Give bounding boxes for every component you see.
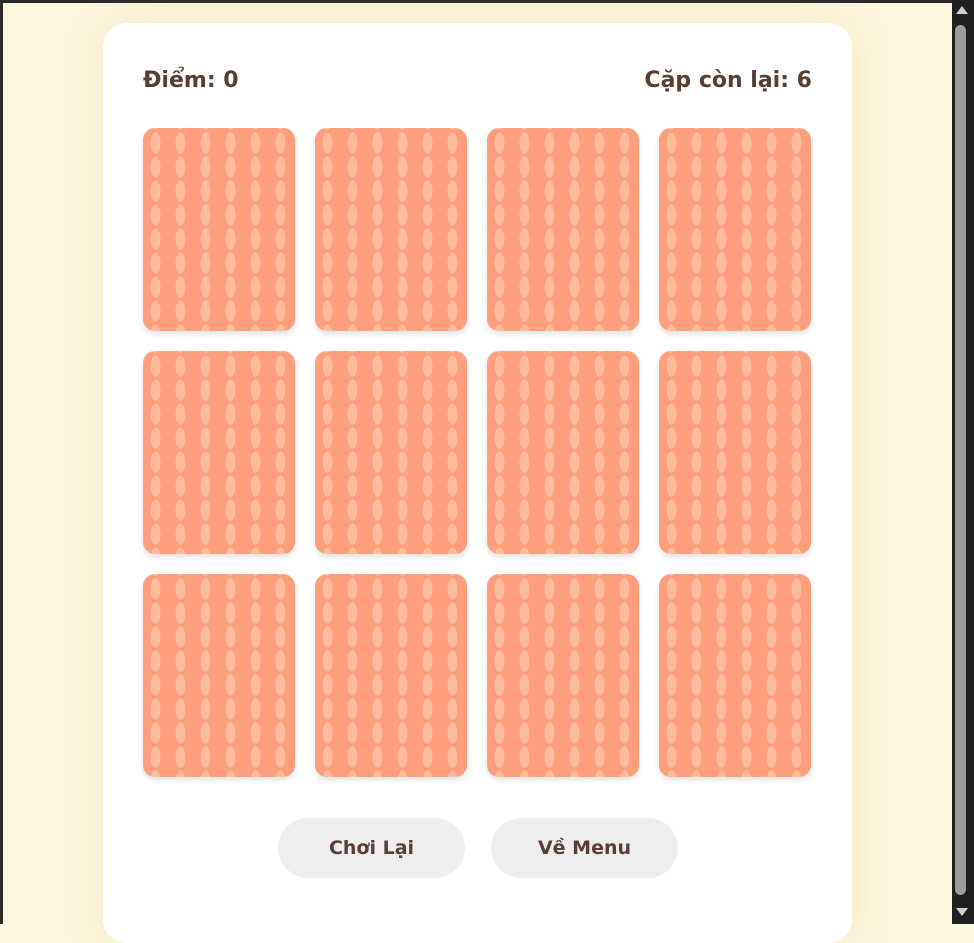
memory-card-3[interactable] <box>487 128 639 331</box>
memory-card-8[interactable] <box>659 351 811 554</box>
replay-button[interactable]: Chơi Lại <box>278 818 465 878</box>
scroll-down-arrow-icon[interactable] <box>956 908 968 916</box>
memory-card-5[interactable] <box>143 351 295 554</box>
memory-card-9[interactable] <box>143 574 295 777</box>
scroll-up-arrow-icon[interactable] <box>956 6 968 14</box>
back-to-menu-button[interactable]: Về Menu <box>491 818 678 878</box>
card-grid <box>143 128 813 778</box>
window-left-edge <box>0 0 3 924</box>
memory-card-4[interactable] <box>659 128 811 331</box>
memory-card-12[interactable] <box>659 574 811 777</box>
pairs-remaining-label: Cặp còn lại: 6 <box>644 68 812 93</box>
memory-card-6[interactable] <box>315 351 467 554</box>
memory-card-1[interactable] <box>143 128 295 331</box>
memory-card-7[interactable] <box>487 351 639 554</box>
memory-card-11[interactable] <box>487 574 639 777</box>
memory-card-10[interactable] <box>315 574 467 777</box>
window-top-edge <box>0 0 974 3</box>
scrollbar-thumb[interactable] <box>955 25 966 895</box>
memory-card-2[interactable] <box>315 128 467 331</box>
score-label: Điểm: 0 <box>143 68 239 93</box>
